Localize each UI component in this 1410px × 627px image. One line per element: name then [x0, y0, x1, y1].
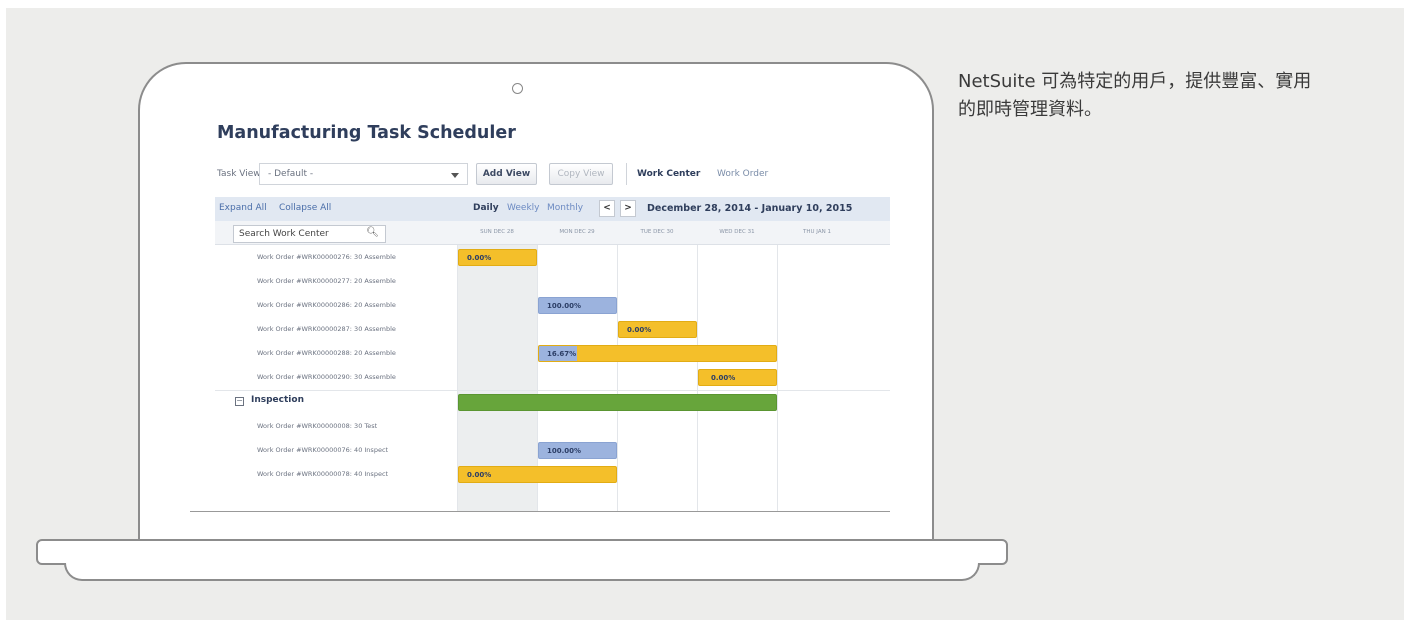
search-work-center-input[interactable]: Search Work Center 🔍︎ [233, 225, 386, 243]
view-daily[interactable]: Daily [473, 203, 499, 213]
day-column-header: MON DEC 29 [559, 229, 595, 235]
task-bar[interactable]: 100.00% [538, 297, 617, 314]
work-order-label: Work Order #WRK00000078: 40 Inspect [257, 470, 389, 478]
task-view-select[interactable]: - Default - [259, 163, 468, 185]
copy-view-button[interactable]: Copy View [549, 163, 613, 185]
task-bar[interactable]: 0.00% [458, 249, 537, 266]
group-label: Inspection [251, 395, 304, 405]
table-row[interactable]: Work Order #WRK00000008: 30 Test [215, 414, 890, 438]
table-row[interactable]: Work Order #WRK00000290: 30 Assemble [215, 365, 890, 389]
expand-all-link[interactable]: Expand All [219, 203, 267, 213]
work-order-label: Work Order #WRK00000288: 20 Assemble [257, 349, 396, 357]
toolbar-divider [626, 163, 627, 185]
view-monthly[interactable]: Monthly [547, 203, 583, 213]
caption-text: NetSuite 可為特定的用戶，提供豐富、實用的即時管理資料。 [958, 71, 1312, 120]
scheduler-grid: Expand All Collapse All Daily Weekly Mon… [215, 197, 890, 511]
prev-period-button[interactable]: < [599, 200, 615, 217]
tab-work-order[interactable]: Work Order [717, 169, 768, 179]
collapse-all-link[interactable]: Collapse All [279, 203, 331, 213]
toolbar: Task View - Default - Add View Copy View… [217, 163, 857, 187]
day-column-header: WED DEC 31 [719, 229, 755, 235]
work-order-label: Work Order #WRK00000277: 20 Assemble [257, 277, 396, 285]
next-period-button[interactable]: > [620, 200, 636, 217]
day-column-header: THU JAN 1 [803, 229, 831, 235]
laptop-bottom [64, 563, 980, 581]
task-view-value: - Default - [268, 169, 314, 179]
task-bar[interactable]: 0.00% [698, 369, 777, 386]
date-range: December 28, 2014 - January 10, 2015 [647, 203, 853, 214]
grid-header: Expand All Collapse All Daily Weekly Mon… [215, 197, 890, 221]
group-summary-bar[interactable] [458, 394, 777, 411]
task-bar[interactable]: 16.67% [538, 345, 777, 362]
work-order-label: Work Order #WRK00000008: 30 Test [257, 422, 378, 430]
table-row[interactable]: Work Order #WRK00000277: 20 Assemble [215, 269, 890, 293]
add-view-button[interactable]: Add View [476, 163, 537, 185]
chevron-down-icon [451, 173, 459, 178]
task-bar[interactable]: 0.00% [458, 466, 617, 483]
tab-work-center[interactable]: Work Center [637, 169, 700, 179]
grid-subheader: Search Work Center 🔍︎ SUN DEC 28 MON DEC… [215, 221, 890, 245]
view-weekly[interactable]: Weekly [507, 203, 539, 213]
table-row[interactable]: Work Order #WRK00000287: 30 Assemble [215, 317, 890, 341]
search-icon[interactable]: 🔍︎ [366, 227, 379, 238]
work-order-label: Work Order #WRK00000286: 20 Assemble [257, 301, 396, 309]
work-order-label: Work Order #WRK00000076: 40 Inspect [257, 446, 389, 454]
task-bar[interactable]: 100.00% [538, 442, 617, 459]
day-column-header: SUN DEC 28 [480, 229, 514, 235]
collapse-group-icon[interactable]: − [235, 397, 244, 406]
task-bar[interactable]: 0.00% [618, 321, 697, 338]
page-title: Manufacturing Task Scheduler [217, 123, 516, 143]
day-column-header: TUE DEC 30 [640, 229, 674, 235]
work-order-label: Work Order #WRK00000290: 30 Assemble [257, 373, 396, 381]
laptop-screen: Manufacturing Task Scheduler Task View -… [190, 108, 890, 512]
camera-icon [512, 83, 523, 94]
work-order-label: Work Order #WRK00000287: 30 Assemble [257, 325, 396, 333]
laptop-base [36, 539, 1008, 565]
task-view-label: Task View [217, 169, 261, 179]
search-placeholder: Search Work Center [239, 229, 329, 239]
table-row[interactable]: Work Order #WRK00000276: 30 Assemble [215, 245, 890, 269]
work-order-label: Work Order #WRK00000276: 30 Assemble [257, 253, 396, 261]
